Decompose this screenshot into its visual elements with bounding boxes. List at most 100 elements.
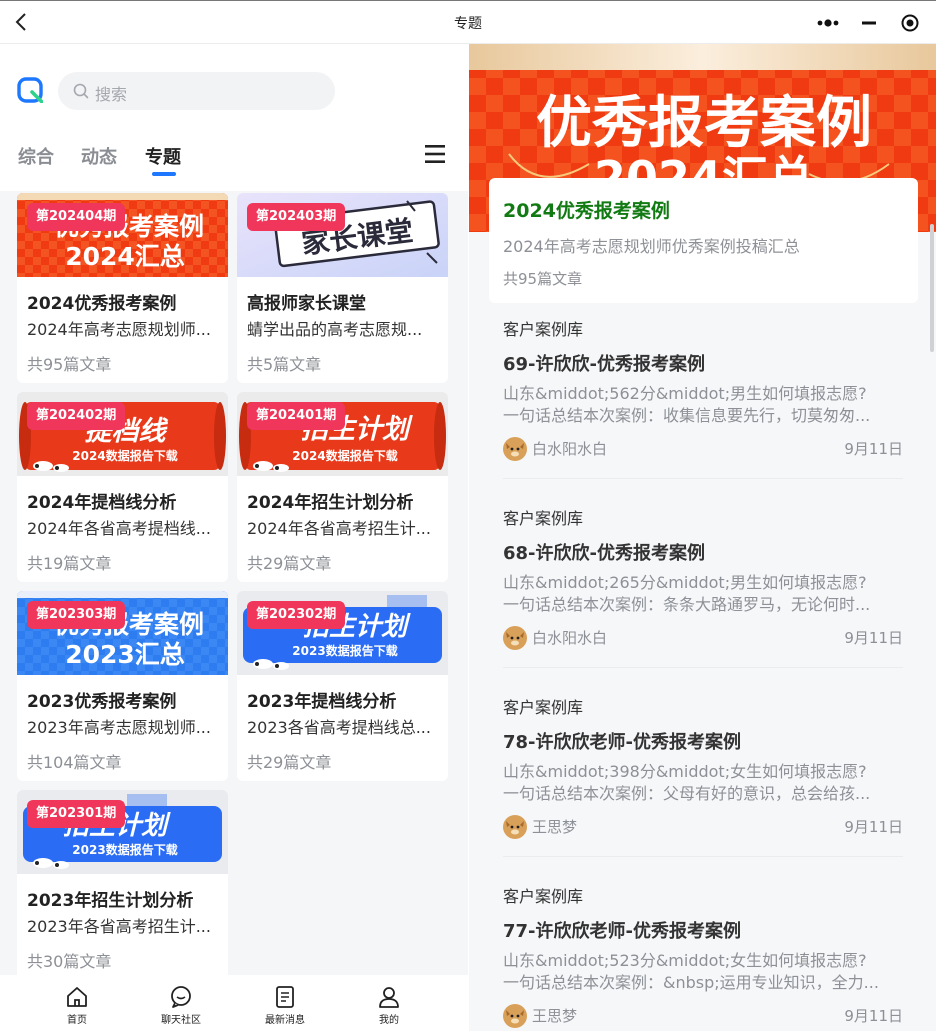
article-date: 9月11日 <box>844 629 903 647</box>
article-item[interactable]: 客户案例库 69-许欣欣-优秀报考案例 山东&middot;562分&middo… <box>503 316 905 486</box>
avatar <box>503 815 527 839</box>
article-tag[interactable]: 客户案例库 <box>503 505 584 529</box>
article-title: 78-许欣欣老师-优秀报考案例 <box>503 732 741 753</box>
excerpt-line: 山东&middot;523分&middot;女生如何填报志愿? <box>503 951 867 970</box>
more-dots-icon[interactable] <box>810 7 846 39</box>
topic-title: 2024优秀报考案例 <box>503 200 670 222</box>
search-placeholder: 搜索 <box>95 85 128 104</box>
divider <box>503 478 903 479</box>
divider <box>503 667 903 668</box>
topic-thumbnail: 家长课堂 第202403期 <box>237 193 448 277</box>
excerpt-line: 山东&middot;265分&middot;男生如何填报志愿? <box>503 573 867 592</box>
article-excerpt: 山东&middot;265分&middot;男生如何填报志愿? 一句话总结本次案… <box>503 572 903 616</box>
card-article-count: 共104篇文章 <box>27 753 122 772</box>
card-article-count: 共5篇文章 <box>247 355 322 374</box>
card-article-count: 共29篇文章 <box>247 753 332 772</box>
card-title: 2024年提档线分析 <box>27 493 177 513</box>
article-title: 69-许欣欣-优秀报考案例 <box>503 354 705 375</box>
minimize-icon[interactable] <box>851 7 887 39</box>
topic-thumbnail: 招生计划 2023数据报告下载 第202301期 <box>17 790 228 874</box>
topic-detail-pane: 优秀报考案例 2024汇总 2024优秀报考案例 2024年高考志愿规划师优秀案… <box>469 44 936 1031</box>
excerpt-line: 一句话总结本次案例：父母有好的意识，总会给孩... <box>503 784 871 803</box>
menu-icon[interactable] <box>424 144 446 164</box>
topic-desc: 2024年高考志愿规划师优秀案例投稿汇总 <box>503 237 800 256</box>
home-icon <box>67 987 87 1007</box>
topic-card[interactable]: 招生计划 2023数据报告下载 第202301期 2023年招生计划分析 202… <box>17 790 228 980</box>
search-icon <box>73 83 89 99</box>
article-item[interactable]: 客户案例库 78-许欣欣老师-优秀报考案例 山东&middot;398分&mid… <box>503 694 905 864</box>
period-badge: 第202404期 <box>27 203 126 231</box>
top-bar: 专题 <box>0 0 936 44</box>
tab-topics[interactable]: 专题 <box>145 143 181 169</box>
tabbar-profile[interactable]: 我的 <box>354 985 424 1026</box>
topic-card[interactable]: 招生计划 2024数据报告下载 第202401期 2024年招生计划分析 202… <box>237 392 448 582</box>
tabbar-chat[interactable]: 聊天社区 <box>146 985 216 1026</box>
article-item[interactable]: 客户案例库 77-许欣欣老师-优秀报考案例 山东&middot;523分&mid… <box>503 883 905 1031</box>
article-tag[interactable]: 客户案例库 <box>503 316 584 340</box>
card-article-count: 共95篇文章 <box>27 355 112 374</box>
tab-general[interactable]: 综合 <box>18 143 54 169</box>
scrollbar[interactable] <box>930 224 934 352</box>
thumb-line2: 2024数据报告下载 <box>292 448 397 463</box>
topic-thumbnail: 提档线 2024数据报告下载 第202402期 <box>17 392 228 476</box>
article-date: 9月11日 <box>844 440 903 458</box>
article-date: 9月11日 <box>844 818 903 836</box>
close-target-icon[interactable] <box>892 7 928 39</box>
article-tag[interactable]: 客户案例库 <box>503 694 584 718</box>
card-desc: 2023年各省高考招生计... <box>27 917 211 936</box>
tabbar-label: 聊天社区 <box>161 1015 201 1026</box>
topic-thumbnail: 优秀报考案例 2023汇总 第202303期 <box>17 591 228 675</box>
topic-thumbnail: 招生计划 2024数据报告下载 第202401期 <box>237 392 448 476</box>
period-badge: 第202302期 <box>247 601 346 629</box>
period-badge: 第202303期 <box>27 601 126 629</box>
topic-card[interactable]: 优秀报考案例 2024汇总 第202404期 2024优秀报考案例 2024年高… <box>17 193 228 383</box>
topic-card[interactable]: 家长课堂 第202403期 高报师家长课堂 蜻学出品的高考志愿规... 共5篇文… <box>237 193 448 383</box>
topic-thumbnail: 优秀报考案例 2024汇总 第202404期 <box>17 193 228 277</box>
topic-list-pane: 搜索 综合 动态 专题 优秀报考案例 2024汇总 第202404期 2024优… <box>0 44 468 1031</box>
tabbar-home[interactable]: 首页 <box>42 985 112 1026</box>
author-name: 王思梦 <box>532 818 578 836</box>
card-article-count: 共19篇文章 <box>27 554 112 573</box>
card-title: 高报师家长课堂 <box>247 294 366 314</box>
card-desc: 2023各省高考提档线总... <box>247 718 431 737</box>
article-title: 77-许欣欣老师-优秀报考案例 <box>503 921 741 942</box>
tabbar-label: 首页 <box>67 1015 87 1026</box>
tab-dynamic[interactable]: 动态 <box>81 143 117 169</box>
thumb-line2: 2023数据报告下载 <box>292 643 397 658</box>
article-excerpt: 山东&middot;398分&middot;女生如何填报志愿? 一句话总结本次案… <box>503 761 903 805</box>
excerpt-line: 一句话总结本次案例：条条大路通罗马，无论何时... <box>503 595 871 614</box>
card-title: 2023年招生计划分析 <box>27 891 194 911</box>
article-tag[interactable]: 客户案例库 <box>503 883 584 907</box>
excerpt-line: 山东&middot;562分&middot;男生如何填报志愿? <box>503 384 867 403</box>
page-title: 专题 <box>454 16 482 32</box>
excerpt-line: 山东&middot;398分&middot;女生如何填报志愿? <box>503 762 867 781</box>
topic-card[interactable]: 优秀报考案例 2023汇总 第202303期 2023优秀报考案例 2023年高… <box>17 591 228 781</box>
card-title: 2023年提档线分析 <box>247 692 397 712</box>
excerpt-line: 一句话总结本次案例：收集信息要先行，切莫匆匆... <box>503 406 871 425</box>
author-name: 白水阳水白 <box>532 440 608 458</box>
tabbar-label: 我的 <box>379 1015 399 1026</box>
author-name: 王思梦 <box>532 1007 578 1025</box>
mini-program-capsule <box>810 7 928 39</box>
topic-card[interactable]: 提档线 2024数据报告下载 第202402期 2024年提档线分析 2024年… <box>17 392 228 582</box>
avatar <box>503 1004 527 1028</box>
period-badge: 第202403期 <box>247 203 346 231</box>
tabbar-label: 最新消息 <box>265 1015 305 1026</box>
thumb-line2: 2023数据报告下载 <box>72 842 177 857</box>
profile-icon <box>379 987 399 1008</box>
article-item[interactable]: 客户案例库 68-许欣欣-优秀报考案例 山东&middot;265分&middo… <box>503 505 905 675</box>
topic-article-count: 共95篇文章 <box>503 270 583 288</box>
topic-thumbnail: 招生计划 2023数据报告下载 第202302期 <box>237 591 448 675</box>
article-date: 9月11日 <box>844 1007 903 1025</box>
period-badge: 第202301期 <box>27 800 126 828</box>
avatar <box>503 437 527 461</box>
avatar <box>503 626 527 650</box>
left-header: 搜索 综合 动态 专题 <box>0 44 468 191</box>
search-box[interactable]: 搜索 <box>58 72 335 110</box>
card-article-count: 共29篇文章 <box>247 554 332 573</box>
period-badge: 第202402期 <box>27 402 126 430</box>
tabbar-news[interactable]: 最新消息 <box>250 985 320 1026</box>
topic-info-card: 2024优秀报考案例 2024年高考志愿规划师优秀案例投稿汇总 共95篇文章 <box>489 178 918 303</box>
article-title: 68-许欣欣-优秀报考案例 <box>503 543 705 564</box>
topic-card[interactable]: 招生计划 2023数据报告下载 第202302期 2023年提档线分析 2023… <box>237 591 448 781</box>
